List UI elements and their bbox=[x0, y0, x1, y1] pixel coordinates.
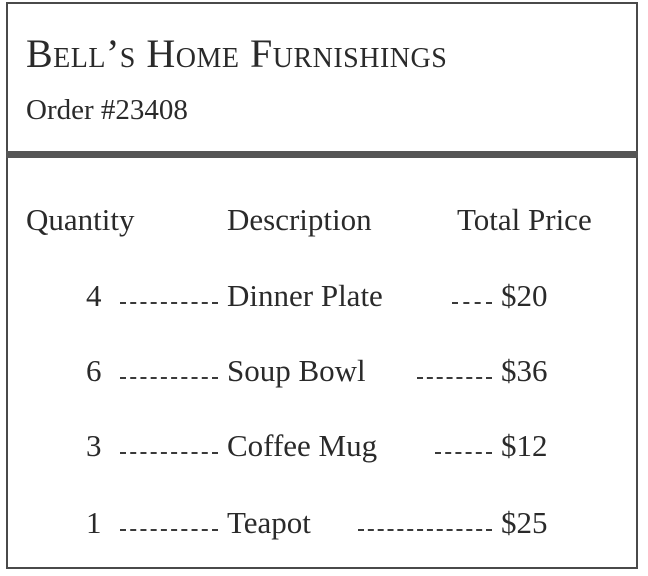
description-column-header: Description bbox=[227, 202, 372, 237]
order-line-item: 6 Soup Bowl $36 bbox=[8, 355, 636, 395]
dotted-leader bbox=[452, 302, 492, 304]
item-quantity: 4 bbox=[86, 278, 102, 313]
quantity-column-header: Quantity bbox=[26, 202, 135, 237]
order-line-item: 3 Coffee Mug $12 bbox=[8, 430, 636, 470]
receipt-header: Bell’s Home Furnishings Order #23408 bbox=[8, 4, 636, 151]
item-description: Coffee Mug bbox=[227, 428, 378, 463]
item-quantity: 6 bbox=[86, 353, 102, 388]
dotted-leader bbox=[417, 377, 492, 379]
item-total-price: $12 bbox=[501, 428, 548, 463]
store-name: Bell’s Home Furnishings bbox=[26, 31, 448, 76]
order-number: Order #23408 bbox=[26, 94, 188, 126]
order-line-item: 4 Dinner Plate $20 bbox=[8, 280, 636, 320]
header-divider bbox=[6, 151, 638, 158]
total-price-column-header: Total Price bbox=[457, 202, 592, 237]
item-quantity: 3 bbox=[86, 428, 102, 463]
dotted-leader bbox=[435, 452, 492, 454]
dotted-leader bbox=[120, 529, 218, 531]
item-total-price: $25 bbox=[501, 505, 548, 540]
dotted-leader bbox=[358, 529, 492, 531]
dotted-leader bbox=[120, 377, 218, 379]
dotted-leader bbox=[120, 452, 218, 454]
item-quantity: 1 bbox=[86, 505, 102, 540]
order-receipt: Bell’s Home Furnishings Order #23408 Qua… bbox=[6, 2, 638, 569]
item-description: Teapot bbox=[227, 505, 311, 540]
item-total-price: $20 bbox=[501, 278, 548, 313]
item-description: Soup Bowl bbox=[227, 353, 366, 388]
item-total-price: $36 bbox=[501, 353, 548, 388]
order-line-item: 1 Teapot $25 bbox=[8, 507, 636, 547]
item-description: Dinner Plate bbox=[227, 278, 383, 313]
dotted-leader bbox=[120, 302, 218, 304]
